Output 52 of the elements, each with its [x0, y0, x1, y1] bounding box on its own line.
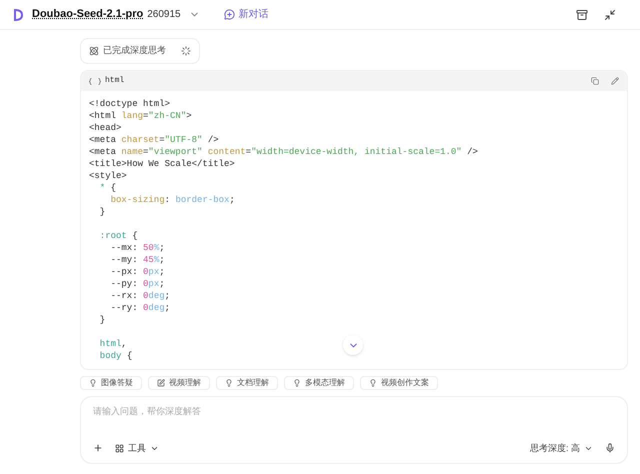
code-line: --my: 45%;: [110, 255, 165, 265]
suggestion-chip[interactable]: 多模态理解: [284, 376, 354, 390]
scroll-down-button[interactable]: [343, 335, 363, 355]
code-line: <!doctype html>: [89, 99, 170, 109]
chat-plus-icon: [224, 9, 235, 20]
code-line: --mx: 50%;: [110, 243, 165, 253]
plus-icon[interactable]: [93, 443, 103, 454]
code-line: --ry: 0deg;: [110, 303, 170, 313]
model-name[interactable]: Doubao-Seed-2.1-pro: [32, 6, 144, 23]
suggestion-chip[interactable]: 图像答疑: [80, 376, 142, 390]
bulb-icon: [293, 379, 301, 387]
atom-icon: [89, 46, 99, 56]
code-line: * {: [98, 183, 116, 193]
logo-icon: [12, 8, 24, 20]
thinking-label: 已完成深度思考: [103, 44, 166, 58]
spinner-icon[interactable]: [181, 46, 191, 56]
microphone-icon[interactable]: [605, 443, 615, 454]
code-line: <meta name="viewport" content="width=device-width, initial-scale=1.0" />: [89, 147, 478, 157]
depth-dropdown[interactable]: 思考深度: 高: [530, 442, 593, 455]
code-line: }: [98, 207, 106, 217]
question-input[interactable]: 请输入问题，帮你深度解答: [93, 405, 615, 418]
code-line: box-sizing: border-box;: [110, 195, 235, 205]
new-chat-button[interactable]: 新对话: [224, 7, 269, 22]
tools-button[interactable]: 工具: [115, 442, 159, 455]
bulb-icon: [225, 379, 233, 387]
archive-icon[interactable]: [576, 8, 588, 20]
suggestion-chip[interactable]: 视频创作文案: [360, 376, 438, 390]
model-version: 260915: [147, 8, 181, 22]
minimize-icon[interactable]: [604, 8, 616, 20]
edit-icon[interactable]: [611, 77, 619, 85]
code-line: <head>: [89, 123, 122, 133]
code-line: --py: 0px;: [110, 279, 165, 289]
code-line: --px: 0px;: [110, 267, 165, 277]
code-line: :root {: [98, 231, 138, 241]
suggestion-chip[interactable]: 视频理解: [148, 376, 210, 390]
grid-icon: [115, 444, 124, 453]
code-line: <title>How We Scale</title>: [89, 159, 235, 169]
code-language: html: [105, 75, 124, 87]
copy-icon[interactable]: [591, 77, 599, 85]
edit-icon: [157, 379, 165, 387]
code-line: --rx: 0deg;: [110, 291, 170, 301]
code-line: <meta charset="UTF-8" />: [89, 135, 219, 145]
code-line: <style>: [89, 171, 127, 181]
suggestion-chip[interactable]: 文档理解: [216, 376, 278, 390]
thinking-card[interactable]: 已完成深度思考: [80, 38, 200, 64]
code-line: body {: [98, 351, 132, 361]
bulb-icon: [89, 379, 97, 387]
code-icon: [89, 78, 101, 84]
code-line: }: [98, 315, 106, 325]
code-line: <html lang="zh-CN">: [89, 111, 192, 121]
bulb-icon: [369, 379, 377, 387]
code-line: html,: [98, 339, 127, 349]
